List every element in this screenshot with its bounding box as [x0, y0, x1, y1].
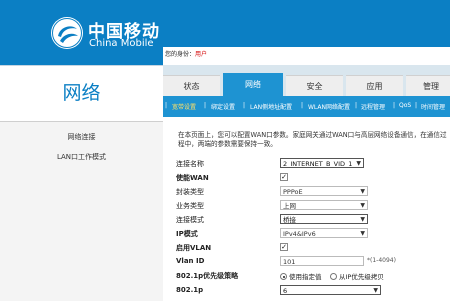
chevron-down-icon: ▼: [360, 216, 365, 223]
brand-name-en: China Mobile: [89, 38, 154, 49]
identity-label: 您的身份：: [165, 51, 196, 58]
subnav-separator: |: [204, 102, 207, 109]
service-type-select[interactable]: 上网 ▼: [280, 200, 368, 210]
form-row-priority-policy: 802.1p优先级策略 使用指定值 从IP优先级拷贝: [176, 270, 450, 282]
subnav-broadband[interactable]: 宽带设置: [172, 102, 196, 111]
sidebar-item-lan-mode[interactable]: LAN口工作模式: [0, 152, 163, 162]
service-type-label: 业务类型: [176, 202, 204, 210]
form-row-8021p: 802.1p 6 ▼: [176, 285, 450, 297]
chevron-down-icon: ▼: [360, 202, 365, 209]
encap-type-label: 封装类型: [176, 188, 204, 196]
subnav-separator: |: [243, 102, 246, 109]
chevron-down-icon: ▼: [360, 230, 365, 237]
subnav-binding[interactable]: 绑定设置: [211, 102, 235, 111]
subnav-separator: |: [415, 102, 418, 109]
conn-mode-value: 桥接: [283, 216, 296, 224]
ip-mode-select[interactable]: IPv4&IPv6 ▼: [280, 228, 368, 238]
subnav-lan-address[interactable]: LAN侧地址配置: [250, 102, 292, 111]
form-row-vlan-id: Vlan ID 101 *(1-4094): [176, 256, 450, 268]
chevron-down-icon: ▼: [373, 287, 378, 294]
subnav-wlan[interactable]: WLAN网络配置: [308, 102, 350, 111]
connection-name-value: 2_INTERNET_B_VID_1: [283, 160, 353, 168]
tab-management[interactable]: 管理: [406, 75, 450, 97]
subnav-separator: |: [301, 102, 304, 109]
p8021-select[interactable]: 6 ▼: [280, 285, 381, 295]
form-row-enable-vlan: 启用VLAN ✓: [176, 242, 450, 254]
subnav-time-management[interactable]: 时间管理: [421, 102, 445, 111]
vlan-id-input[interactable]: 101: [280, 256, 364, 266]
china-mobile-logo-icon: [51, 17, 83, 49]
enable-vlan-checkbox[interactable]: ✓: [280, 243, 288, 251]
subnav-separator: |: [355, 102, 358, 109]
enable-wan-checkbox[interactable]: ✓: [280, 173, 288, 181]
page-description: 在本页面上，您可以配置WAN口参数。家庭网关通过WAN口与高层网络设备通信，在通…: [178, 131, 447, 148]
conn-mode-label: 连接模式: [176, 216, 204, 224]
priority-policy-label: 802.1p优先级策略: [176, 272, 239, 280]
priority-policy-option1-label: 使用指定值: [289, 273, 322, 281]
form-row-conn-mode: 连接模式 桥接 ▼: [176, 214, 450, 226]
sidebar: 网络连接 LAN口工作模式: [0, 121, 163, 301]
priority-policy-option2-label: 从IP优先级拷贝: [339, 273, 384, 281]
priority-policy-option-specified[interactable]: 使用指定值: [280, 271, 322, 281]
tab-application[interactable]: 应用: [346, 75, 403, 97]
priority-policy-option-copy[interactable]: 从IP优先级拷贝: [330, 271, 384, 281]
tab-status[interactable]: 状态: [163, 75, 220, 97]
radio-empty-icon: [330, 273, 337, 280]
p8021-value: 6: [283, 287, 288, 295]
form-row-service-type: 业务类型 上网 ▼: [176, 200, 450, 212]
header-bar: 中国移动 China Mobile 您的身份：用户: [0, 0, 450, 65]
encap-type-select[interactable]: PPPoE ▼: [280, 186, 368, 196]
enable-vlan-label: 启用VLAN: [176, 244, 212, 252]
subnav-qos[interactable]: QoS: [399, 102, 411, 109]
conn-mode-select[interactable]: 桥接 ▼: [280, 214, 368, 224]
connection-name-label: 连接名称: [176, 160, 204, 168]
vlan-id-hint: *(1-4094): [367, 257, 396, 264]
p8021-label: 802.1p: [176, 286, 204, 294]
user-identity: 您的身份：用户: [165, 49, 207, 58]
form-row-connection-name: 连接名称 2_INTERNET_B_VID_1 ▼: [176, 158, 450, 170]
subnav-separator: |: [165, 102, 168, 109]
enable-wan-label: 使能WAN: [176, 174, 209, 182]
sub-navigation: | 宽带设置 | 绑定设置 | LAN侧地址配置 | WLAN网络配置 | 远程…: [163, 96, 450, 117]
form-row-enable-wan: 使能WAN ✓: [176, 172, 450, 184]
identity-value: 用户: [195, 51, 208, 58]
sidebar-item-network-connection[interactable]: 网络连接: [0, 132, 163, 142]
tab-network[interactable]: 网络: [223, 73, 283, 96]
chevron-down-icon: ▼: [360, 188, 365, 195]
section-title: 网络: [62, 82, 101, 104]
form-row-ip-mode: IP模式 IPv4&IPv6 ▼: [176, 228, 450, 240]
subnav-separator: |: [393, 102, 396, 109]
ip-mode-value: IPv4&IPv6: [283, 230, 316, 238]
encap-type-value: PPPoE: [283, 188, 303, 196]
radio-selected-icon: [280, 273, 287, 280]
service-type-value: 上网: [283, 202, 296, 210]
vlan-id-label: Vlan ID: [176, 257, 205, 265]
subnav-remote-management[interactable]: 远程管理: [361, 102, 385, 111]
main-tabs: 状态 网络 安全 应用 管理: [163, 65, 450, 97]
tab-security[interactable]: 安全: [286, 75, 343, 97]
chevron-down-icon: ▼: [356, 160, 361, 167]
ip-mode-label: IP模式: [176, 230, 198, 238]
form-row-encap-type: 封装类型 PPPoE ▼: [176, 186, 450, 198]
connection-name-select[interactable]: 2_INTERNET_B_VID_1 ▼: [280, 158, 364, 168]
